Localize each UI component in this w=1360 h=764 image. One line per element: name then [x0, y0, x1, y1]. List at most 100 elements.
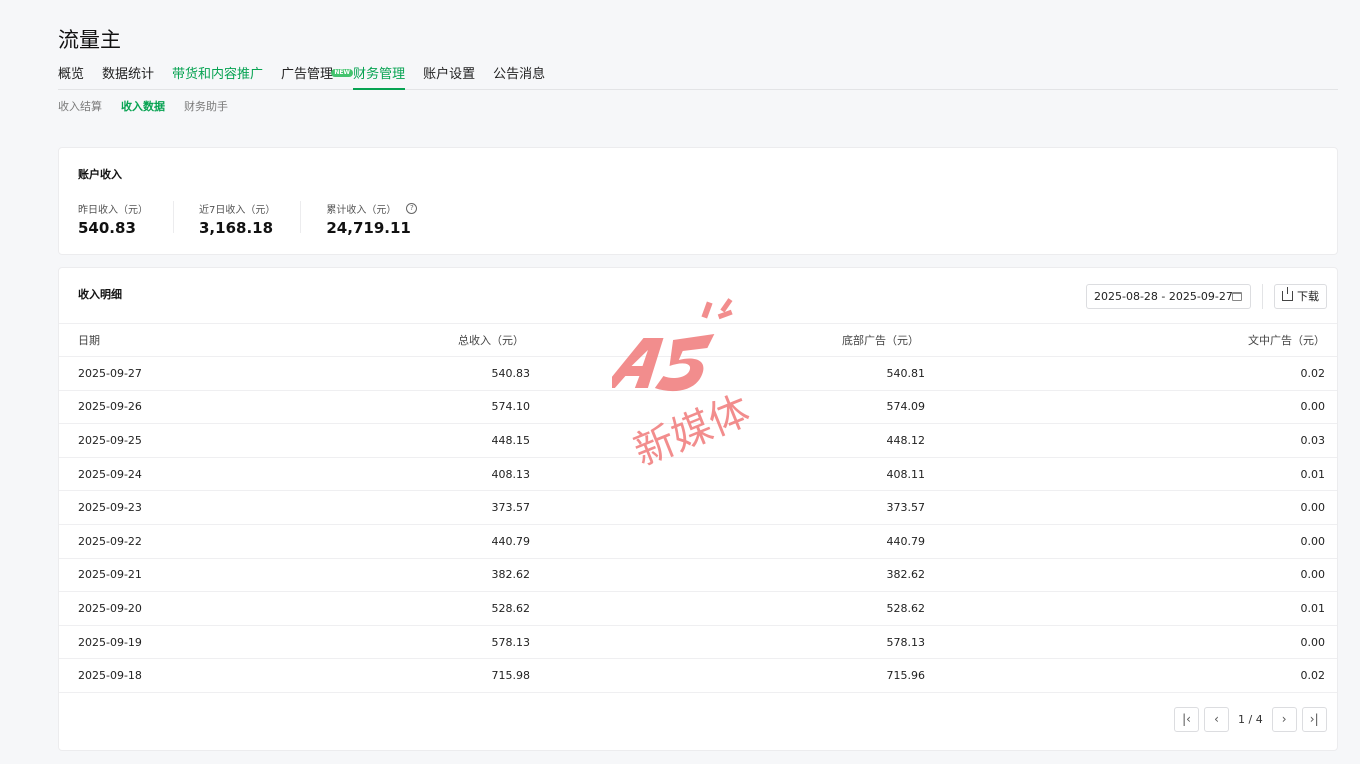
sub-nav: 收入结算 收入数据 财务助手 — [58, 98, 247, 114]
subtab-income-data[interactable]: 收入数据 — [121, 98, 165, 114]
metric-cumulative: 累计收入（元） ? 24,719.11 — [326, 201, 442, 237]
cell-inline-ad: 0.00 — [925, 490, 1337, 525]
cell-date: 2025-09-22 — [59, 523, 359, 559]
cell-date: 2025-09-27 — [59, 356, 359, 391]
cell-inline-ad: 0.00 — [925, 523, 1337, 559]
cell-bottom-ad: 715.96 — [530, 658, 925, 693]
download-icon — [1282, 287, 1293, 301]
cell-date: 2025-09-26 — [59, 389, 359, 424]
income-detail-card: 收入明细 2025-08-28 - 2025-09-27 下载 日期 总收入（元… — [58, 267, 1338, 751]
question-circle-icon[interactable]: ? — [406, 203, 418, 214]
date-range-value: 2025-08-28 - 2025-09-27 — [1094, 290, 1233, 303]
main-nav: 概览 数据统计 带货和内容推广 广告管理 NEW 财务管理 账户设置 公告消息 — [58, 66, 1338, 90]
table-row: 2025-09-18 715.98 715.96 0.02 — [59, 658, 1337, 693]
page-indicator: 1 / 4 — [1238, 713, 1263, 726]
cell-inline-ad: 0.00 — [925, 389, 1337, 424]
tab-announcements[interactable]: 公告消息 — [493, 66, 545, 90]
cell-total: 574.10 — [359, 389, 530, 424]
cell-total: 408.13 — [359, 456, 530, 491]
prev-page-button[interactable]: ‹ — [1204, 707, 1229, 732]
cell-inline-ad: 0.02 — [925, 658, 1337, 693]
tab-overview[interactable]: 概览 — [58, 66, 84, 90]
cell-inline-ad: 0.00 — [925, 624, 1337, 659]
table-row: 2025-09-20 528.62 528.62 0.01 — [59, 591, 1337, 626]
table-row: 2025-09-26 574.10 574.09 0.00 — [59, 389, 1337, 424]
cell-inline-ad: 0.01 — [925, 456, 1337, 491]
income-table: 日期 总收入（元） 底部广告（元） 文中广告（元） 2025-09-27 540… — [59, 323, 1337, 693]
metric-label-row: 累计收入（元） ? — [326, 201, 418, 216]
next-page-button[interactable]: › — [1271, 707, 1297, 732]
cell-bottom-ad: 373.57 — [530, 490, 925, 525]
metric-yesterday: 昨日收入（元） 540.83 — [78, 201, 174, 237]
cell-total: 448.15 — [359, 423, 530, 458]
tab-finance-management[interactable]: 财务管理 — [353, 66, 406, 90]
new-badge: NEW — [331, 69, 354, 77]
cell-bottom-ad: 578.13 — [530, 624, 925, 659]
table-row: 2025-09-22 440.79 440.79 0.00 — [59, 523, 1337, 559]
table-row: 2025-09-25 448.15 448.12 0.03 — [59, 423, 1337, 458]
cell-inline-ad: 0.00 — [925, 557, 1337, 592]
cell-bottom-ad: 448.12 — [530, 423, 925, 458]
pagination: |‹ ‹ 1 / 4 › ›| — [1174, 707, 1332, 732]
metric-value: 3,168.18 — [199, 219, 274, 237]
cell-total: 540.83 — [359, 356, 530, 391]
account-income-title: 账户收入 — [78, 168, 122, 181]
subtab-income-settlement[interactable]: 收入结算 — [58, 98, 102, 114]
cell-date: 2025-09-19 — [59, 624, 359, 659]
subtab-finance-assistant[interactable]: 财务助手 — [184, 98, 228, 114]
income-detail-title: 收入明细 — [78, 288, 122, 301]
app-title: 流量主 — [58, 28, 121, 52]
cell-date: 2025-09-18 — [59, 658, 359, 693]
column-header-date: 日期 — [59, 323, 359, 357]
download-button[interactable]: 下载 — [1274, 284, 1327, 309]
cell-bottom-ad: 540.81 — [530, 356, 925, 391]
metric-last-7-days: 近7日收入（元） 3,168.18 — [199, 201, 302, 237]
column-header-inline-ad: 文中广告（元） — [925, 323, 1337, 357]
tab-account-settings[interactable]: 账户设置 — [423, 66, 475, 90]
income-metrics: 昨日收入（元） 540.83 近7日收入（元） 3,168.18 累计收入（元）… — [78, 201, 467, 237]
table-row: 2025-09-19 578.13 578.13 0.00 — [59, 624, 1337, 659]
calendar-icon — [1232, 292, 1242, 301]
cell-total: 578.13 — [359, 624, 530, 659]
table-row: 2025-09-27 540.83 540.81 0.02 — [59, 356, 1337, 391]
table-row: 2025-09-23 373.57 373.57 0.00 — [59, 490, 1337, 525]
tab-data-stats[interactable]: 数据统计 — [102, 66, 154, 90]
cell-total: 382.62 — [359, 557, 530, 592]
table-row: 2025-09-21 382.62 382.62 0.00 — [59, 557, 1337, 592]
cell-bottom-ad: 574.09 — [530, 389, 925, 424]
cell-total: 528.62 — [359, 591, 530, 626]
cell-bottom-ad: 528.62 — [530, 591, 925, 626]
tab-ad-management[interactable]: 广告管理 NEW — [281, 66, 354, 90]
last-page-button[interactable]: ›| — [1301, 707, 1327, 732]
cell-date: 2025-09-21 — [59, 557, 359, 592]
account-income-card: 账户收入 昨日收入（元） 540.83 近7日收入（元） 3,168.18 累计… — [58, 147, 1338, 255]
cell-date: 2025-09-20 — [59, 591, 359, 626]
metric-value: 540.83 — [78, 219, 136, 237]
cell-total: 715.98 — [359, 658, 530, 693]
download-label: 下载 — [1297, 290, 1319, 303]
cell-total: 373.57 — [359, 490, 530, 525]
cell-inline-ad: 0.01 — [925, 591, 1337, 626]
cell-bottom-ad: 382.62 — [530, 557, 925, 592]
toolbar-divider — [1262, 284, 1263, 309]
cell-total: 440.79 — [359, 523, 530, 559]
cell-bottom-ad: 408.11 — [530, 456, 925, 491]
tab-ad-management-label: 广告管理 — [281, 67, 334, 82]
metric-label: 累计收入（元） — [326, 205, 397, 216]
cell-date: 2025-09-23 — [59, 490, 359, 525]
cell-date: 2025-09-24 — [59, 456, 359, 491]
metric-value: 24,719.11 — [326, 219, 411, 237]
tab-commerce-promotion[interactable]: 带货和内容推广 — [172, 66, 263, 90]
metric-label: 近7日收入（元） — [199, 205, 276, 216]
cell-bottom-ad: 440.79 — [530, 523, 925, 559]
first-page-button[interactable]: |‹ — [1174, 707, 1199, 732]
table-row: 2025-09-24 408.13 408.11 0.01 — [59, 456, 1337, 491]
metric-label: 昨日收入（元） — [78, 205, 148, 216]
cell-inline-ad: 0.03 — [925, 423, 1337, 458]
cell-inline-ad: 0.02 — [925, 356, 1337, 391]
column-header-total: 总收入（元） — [359, 323, 530, 357]
column-header-bottom-ad: 底部广告（元） — [530, 323, 925, 357]
table-header-row: 日期 总收入（元） 底部广告（元） 文中广告（元） — [59, 323, 1337, 357]
date-range-picker[interactable]: 2025-08-28 - 2025-09-27 — [1086, 284, 1251, 309]
cell-date: 2025-09-25 — [59, 423, 359, 458]
